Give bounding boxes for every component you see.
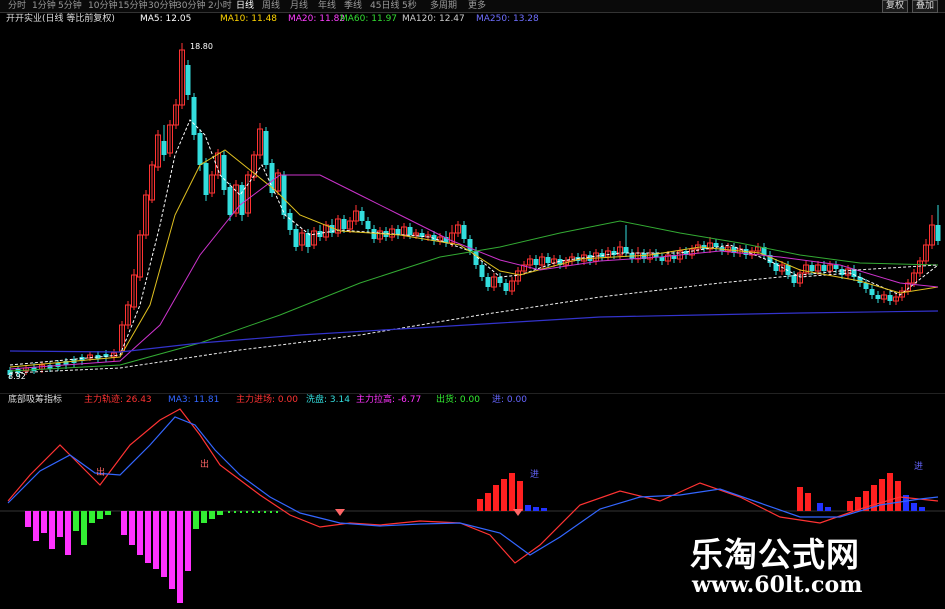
sell-signal-label: 出 — [200, 458, 209, 470]
timeframe-tab[interactable]: 多周期 — [430, 0, 457, 12]
sell-signal-label: 出 — [96, 466, 105, 478]
timeframe-tab[interactable]: 2小时 — [208, 0, 232, 12]
period-toolbar: 分时 1分钟 5分钟 10分钟 15分钟 30分钟 30分钟 2小时 日线 周线 月线 年线 季线 45日… — [0, 0, 945, 13]
timeframe-tab[interactable]: 5分钟 — [58, 0, 82, 12]
timeframe-tab[interactable]: 5秒 — [402, 0, 417, 12]
timeframe-tab[interactable]: 季线 — [344, 0, 362, 12]
buy-signal-label: 进 — [530, 469, 539, 480]
ma-legend-item: MA5: 12.05 — [140, 14, 192, 24]
timeframe-tab[interactable]: 10分钟 — [88, 0, 117, 12]
watermark-url: www.60lt.com — [692, 572, 863, 598]
candlestick-chart[interactable] — [0, 25, 945, 393]
timeframe-tab[interactable]: 30分钟 — [176, 0, 205, 12]
timeframe-tab[interactable]: 周线 — [262, 0, 280, 12]
moving-average-legend: 开开实业(日线 等比前复权) MA5: 12.05 MA10: 11.48 MA20:… — [0, 13, 945, 25]
timeframe-tab[interactable]: 1分钟 — [32, 0, 56, 12]
buy-signal-label: 进 — [914, 461, 923, 472]
ma-legend-item: MA120: 12.47 — [402, 14, 465, 24]
timeframe-tab[interactable]: 分时 — [8, 0, 26, 12]
timeframe-tab[interactable]: 日线 — [236, 0, 254, 12]
watermark-title: 乐淘公式网 — [690, 535, 860, 574]
adjust-button[interactable]: 复权 — [882, 0, 909, 13]
overlay-button[interactable]: 叠加 — [912, 0, 939, 13]
stock-title: 开开实业(日线 等比前复权) — [6, 14, 115, 24]
ma-legend-item: MA60: 11.97 — [340, 14, 398, 24]
timeframe-tab[interactable]: 更多 — [468, 0, 486, 12]
timeframe-tab[interactable]: 15分钟 — [118, 0, 147, 12]
ma-legend-item: MA20: 11.82 — [288, 14, 346, 24]
ma-legend-item: MA10: 11.48 — [220, 14, 278, 24]
timeframe-tab[interactable]: 30分钟 — [148, 0, 177, 12]
timeframe-tab[interactable]: 月线 — [290, 0, 308, 12]
ma-legend-item: MA250: 13.28 — [476, 14, 539, 24]
price-low-label: 8.92 — [8, 372, 26, 381]
timeframe-tab[interactable]: 45日线 — [370, 0, 399, 12]
timeframe-tab[interactable]: 年线 — [318, 0, 336, 12]
price-high-label: 18.80 — [190, 42, 213, 51]
